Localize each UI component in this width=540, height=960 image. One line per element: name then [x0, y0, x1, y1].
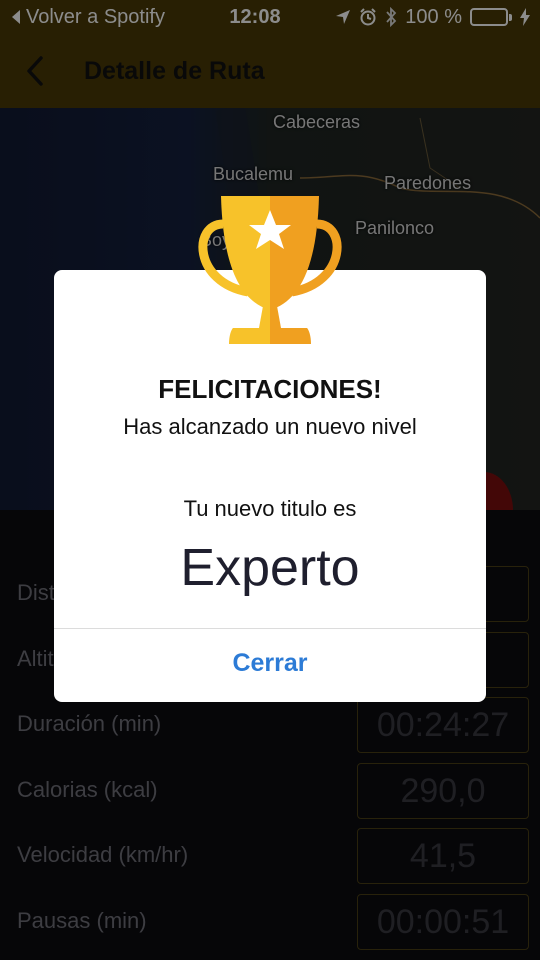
trophy-icon	[198, 196, 342, 344]
close-button[interactable]: Cerrar	[54, 630, 486, 702]
dialog-title: FELICITACIONES!	[158, 374, 382, 404]
dialog-subtitle: Has alcanzado un nuevo nivel	[123, 414, 417, 439]
dialog-divider	[54, 628, 486, 629]
dialog-prompt: Tu nuevo titulo es	[183, 496, 357, 521]
level-title: Experto	[180, 539, 360, 597]
